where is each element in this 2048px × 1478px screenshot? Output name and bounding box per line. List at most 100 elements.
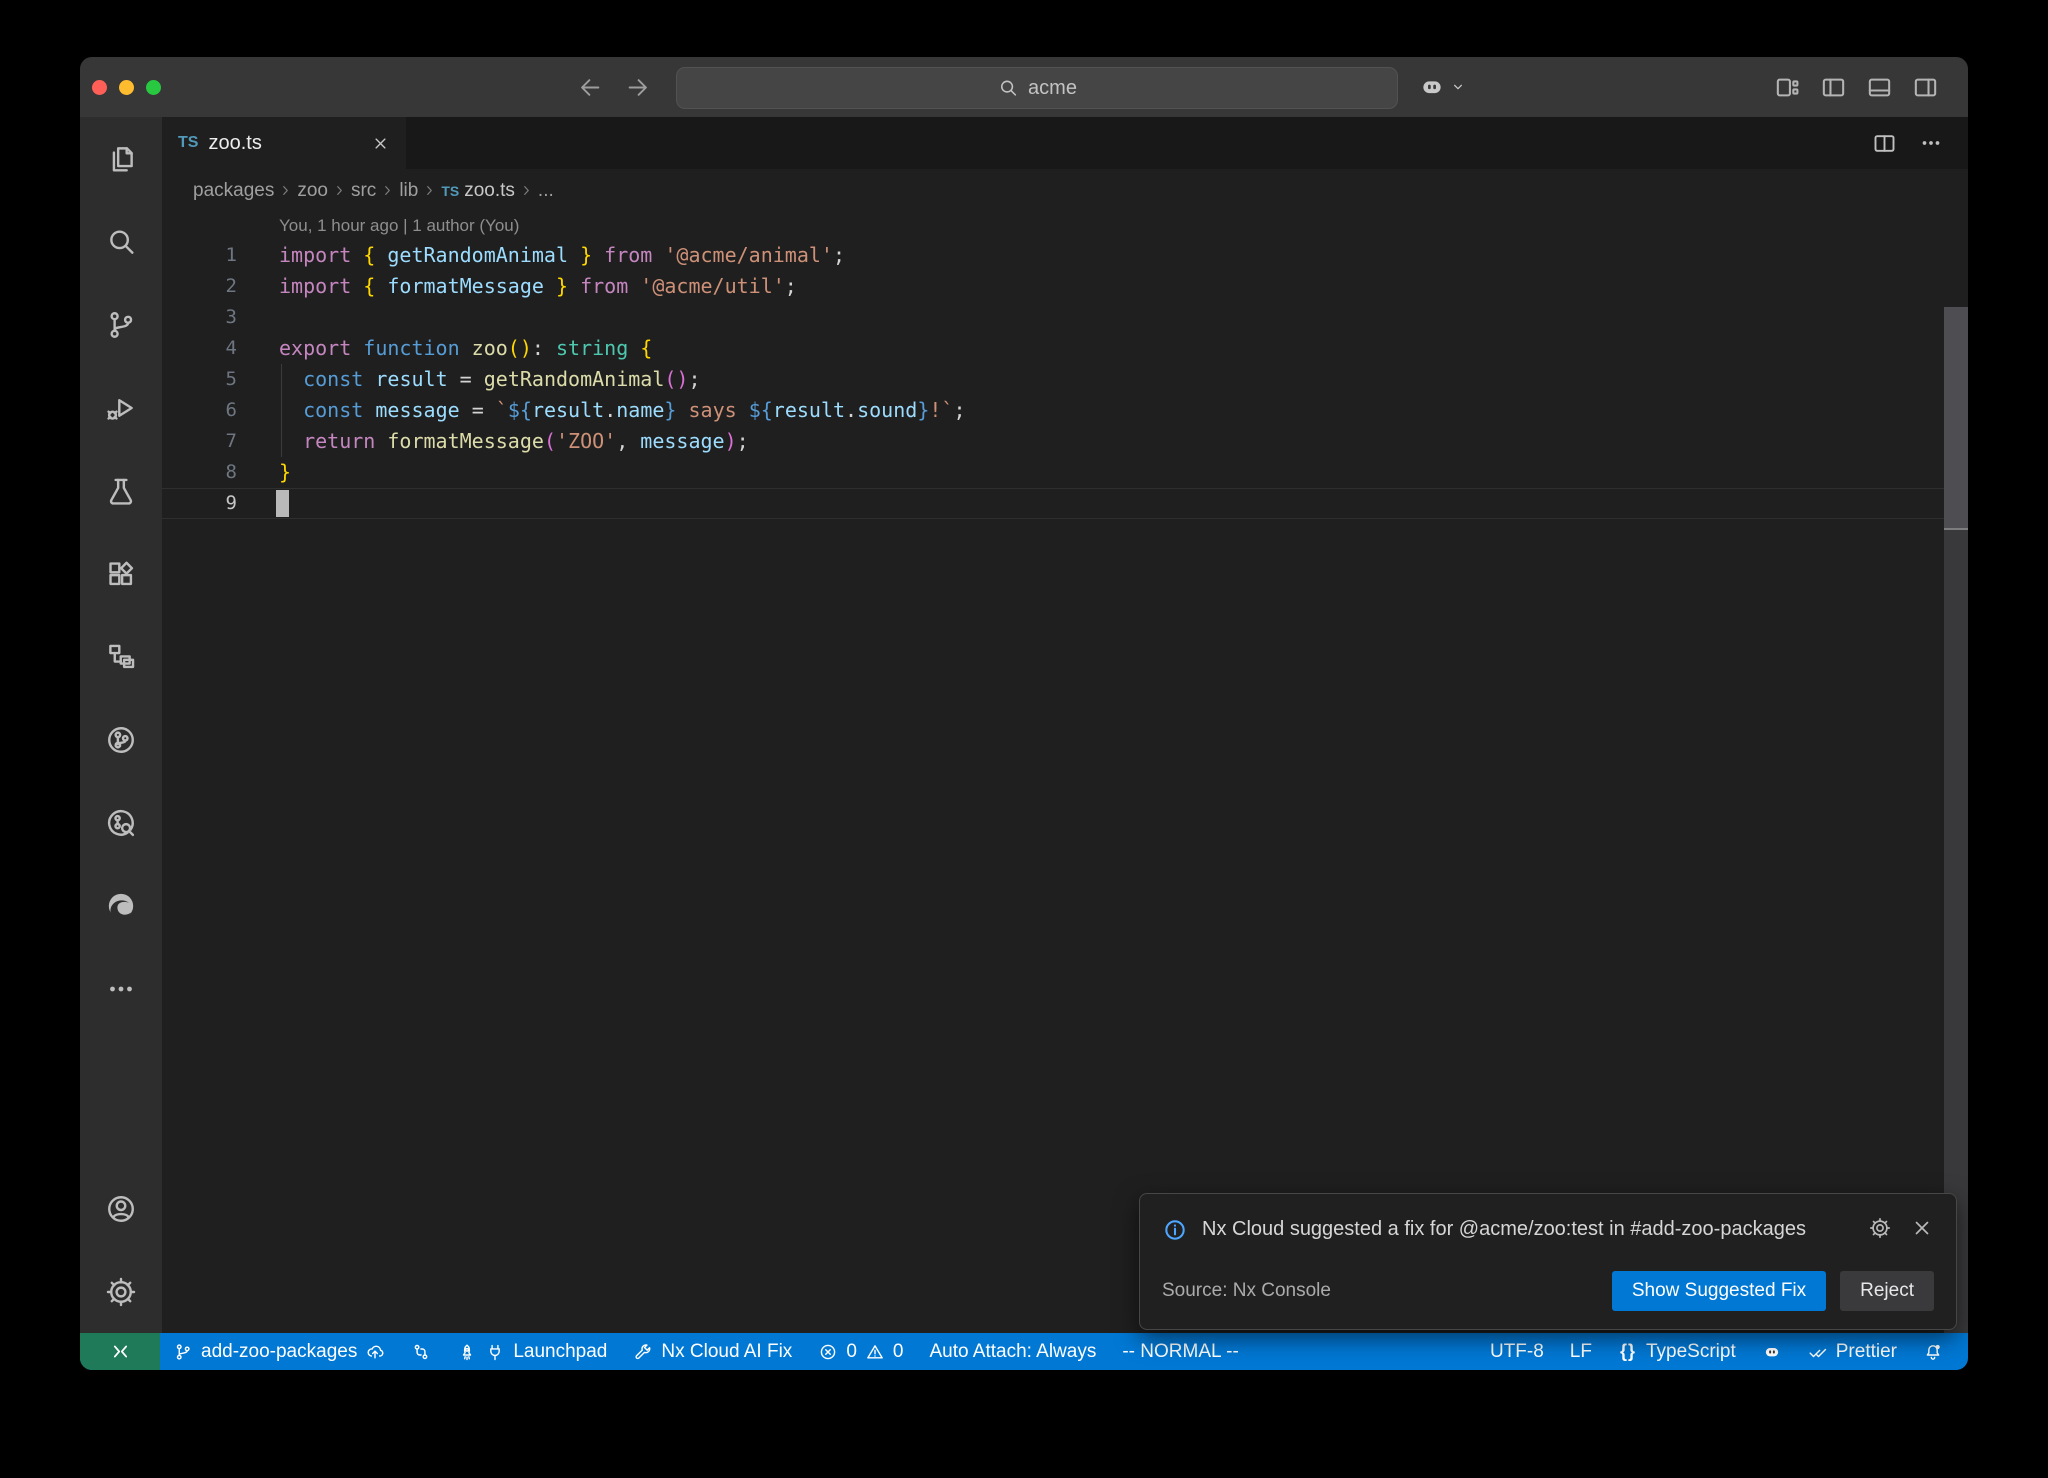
status-item-language-mode[interactable]: {}TypeScript xyxy=(1605,1333,1749,1370)
rocket-icon xyxy=(457,1342,477,1362)
minimize-window-button[interactable] xyxy=(119,80,134,95)
command-center-search[interactable]: acme xyxy=(676,67,1398,109)
indent-guide xyxy=(281,364,282,457)
activity-item-edge-tools[interactable] xyxy=(80,864,162,947)
breadcrumb-item-lib[interactable]: lib xyxy=(399,180,418,202)
activity-bar-top xyxy=(80,117,162,1167)
activity-item-files[interactable] xyxy=(80,117,162,200)
customize-layout-icon[interactable] xyxy=(1773,73,1802,102)
code-text: const message = `${result.name} says ${r… xyxy=(237,395,966,426)
status-item-vim-mode[interactable]: -- NORMAL -- xyxy=(1109,1333,1251,1370)
status-item-copilot-status[interactable] xyxy=(1749,1333,1795,1370)
close-window-button[interactable] xyxy=(92,80,107,95)
split-editor-icon[interactable] xyxy=(1871,130,1898,157)
status-item-auto-attach[interactable]: Auto Attach: Always xyxy=(916,1333,1109,1370)
close-notification-icon[interactable] xyxy=(1910,1216,1934,1240)
code-text: export function zoo(): string { xyxy=(237,333,652,364)
breadcrumb-item-packages[interactable]: packages xyxy=(193,180,274,202)
code-line-7: 7 return formatMessage('ZOO', message); xyxy=(162,426,1968,457)
code-line-1: 1import { getRandomAnimal } from '@acme/… xyxy=(162,240,1968,271)
line-number: 8 xyxy=(162,457,237,488)
status-item-git-compare[interactable] xyxy=(398,1333,444,1370)
status-item-notifications-bell[interactable] xyxy=(1910,1333,1956,1370)
code-text: return formatMessage('ZOO', message); xyxy=(237,426,749,457)
status-item-formatter[interactable]: Prettier xyxy=(1795,1333,1910,1370)
activity-item-project-structure[interactable] xyxy=(80,615,162,698)
code-text: const result = getRandomAnimal(); xyxy=(237,364,701,395)
remote-indicator[interactable] xyxy=(80,1333,160,1370)
close-tab-icon[interactable] xyxy=(371,134,390,153)
status-item-launchpad[interactable]: Launchpad xyxy=(444,1333,620,1370)
activity-item-ellipsis[interactable] xyxy=(80,947,162,1030)
activity-bar xyxy=(80,117,162,1333)
double-check-icon xyxy=(1808,1342,1828,1362)
activity-item-testing[interactable] xyxy=(80,449,162,532)
chevron-right-icon xyxy=(518,182,535,199)
extensions-icon xyxy=(104,557,138,591)
reject-button[interactable]: Reject xyxy=(1840,1271,1934,1311)
activity-item-search[interactable] xyxy=(80,200,162,283)
breadcrumb-overflow[interactable]: ... xyxy=(538,180,554,202)
source-control-icon xyxy=(104,308,138,342)
status-text: LF xyxy=(1570,1341,1592,1363)
status-item-nx-cloud-ai-fix[interactable]: Nx Cloud AI Fix xyxy=(620,1333,805,1370)
code-line-6: 6 const message = `${result.name} says $… xyxy=(162,395,1968,426)
copilot-menu[interactable] xyxy=(1418,57,1467,117)
gitlens-icon xyxy=(104,723,138,757)
activity-item-gitlens[interactable] xyxy=(80,698,162,781)
toggle-panel-icon[interactable] xyxy=(1865,73,1894,102)
show-suggested-fix-button[interactable]: Show Suggested Fix xyxy=(1612,1271,1826,1311)
status-item-problems[interactable]: 00 xyxy=(805,1333,916,1370)
source-control-icon xyxy=(173,1342,193,1362)
code-text xyxy=(237,488,279,519)
copilot-icon xyxy=(1762,1342,1782,1362)
edge-tools-icon xyxy=(104,889,138,923)
notification-settings-icon[interactable] xyxy=(1868,1216,1892,1240)
activity-item-source-control[interactable] xyxy=(80,283,162,366)
scrollbar-thumb[interactable] xyxy=(1944,307,1968,530)
activity-item-extensions[interactable] xyxy=(80,532,162,615)
navigate-forward-icon[interactable] xyxy=(624,74,651,101)
status-item-encoding[interactable]: UTF-8 xyxy=(1477,1333,1557,1370)
gitlens-inspect-icon xyxy=(104,806,138,840)
activity-item-account[interactable] xyxy=(80,1167,162,1250)
tab-zoo-ts[interactable]: TS zoo.ts xyxy=(162,117,406,169)
chevron-right-icon xyxy=(277,182,294,199)
notification-toast: Nx Cloud suggested a fix for @acme/zoo:t… xyxy=(1139,1193,1957,1330)
cloud-upload-icon xyxy=(365,1342,385,1362)
toggle-sidebar-icon[interactable] xyxy=(1819,73,1848,102)
run-debug-icon xyxy=(104,391,138,425)
navigate-back-icon[interactable] xyxy=(577,74,604,101)
line-number: 5 xyxy=(162,364,237,395)
status-item-eol[interactable]: LF xyxy=(1557,1333,1605,1370)
copilot-icon xyxy=(1418,73,1446,101)
more-actions-icon[interactable] xyxy=(1918,130,1944,156)
code-text xyxy=(237,302,279,333)
gitlens-blame[interactable]: You, 1 hour ago | 1 author (You) xyxy=(162,212,1968,240)
code-line-3: 3 xyxy=(162,302,1968,333)
activity-item-settings-gear[interactable] xyxy=(80,1250,162,1333)
breadcrumb-item-src[interactable]: src xyxy=(351,180,376,202)
activity-item-gitlens-inspect[interactable] xyxy=(80,781,162,864)
chevron-right-icon xyxy=(331,182,348,199)
wrench-icon xyxy=(633,1342,653,1362)
tab-bar: TS zoo.ts xyxy=(162,117,1968,169)
info-icon xyxy=(1162,1217,1188,1243)
project-structure-icon xyxy=(104,640,138,674)
remote-icon xyxy=(110,1341,131,1362)
toggle-secondary-sidebar-icon[interactable] xyxy=(1911,73,1940,102)
breadcrumb: packages zoo src lib TSzoo.ts... xyxy=(162,169,1968,212)
window-controls xyxy=(92,57,161,117)
status-text: UTF-8 xyxy=(1490,1341,1544,1363)
status-text: 0 xyxy=(893,1341,904,1363)
files-icon xyxy=(104,142,138,176)
status-bar-left: add-zoo-packages LaunchpadNx Cloud AI Fix… xyxy=(160,1333,1252,1370)
typescript-file-icon: TS xyxy=(178,134,198,152)
bell-dot-icon xyxy=(1923,1342,1943,1362)
breadcrumb-item-zoo[interactable]: zoo xyxy=(297,180,328,202)
breadcrumb-item-file[interactable]: TSzoo.ts xyxy=(441,180,515,202)
activity-item-run-debug[interactable] xyxy=(80,366,162,449)
zoom-window-button[interactable] xyxy=(146,80,161,95)
status-item-git-branch[interactable]: add-zoo-packages xyxy=(160,1333,398,1370)
code-text: } xyxy=(237,457,291,488)
